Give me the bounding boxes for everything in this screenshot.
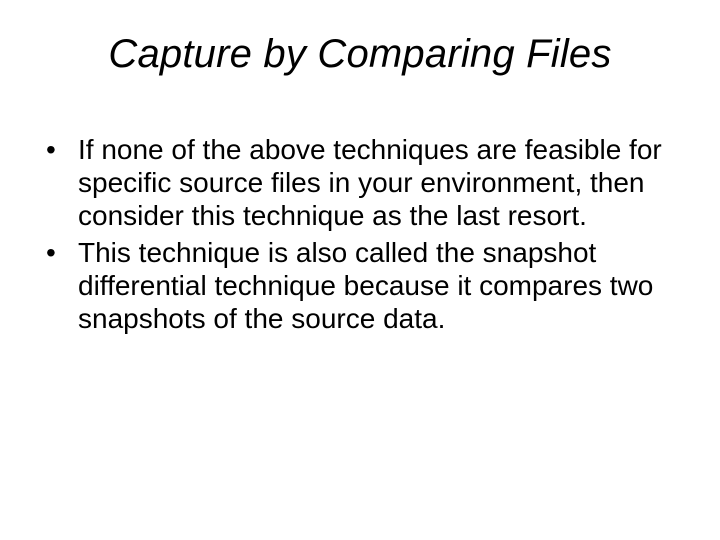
bullet-list: If none of the above techniques are feas…: [38, 133, 684, 335]
slide: Capture by Comparing Files If none of th…: [0, 0, 720, 540]
list-item: If none of the above techniques are feas…: [38, 133, 684, 232]
list-item: This technique is also called the snapsh…: [38, 236, 684, 335]
slide-title: Capture by Comparing Files: [36, 32, 684, 77]
